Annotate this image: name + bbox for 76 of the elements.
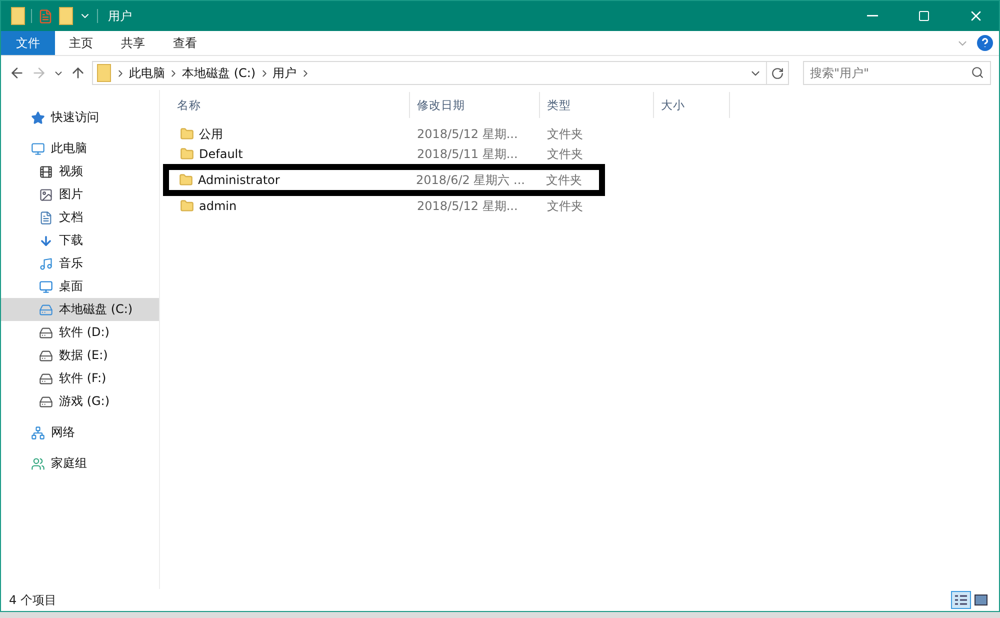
type-cell-text: 文件夹 xyxy=(545,172,583,188)
breadcrumb[interactable]: 用户 xyxy=(270,64,300,82)
ribbon-tab[interactable]: 主页 xyxy=(55,31,107,55)
network-icon xyxy=(31,426,45,440)
drive-icon xyxy=(39,326,53,340)
refresh-icon[interactable] xyxy=(771,66,784,80)
column-header[interactable]: 大小 xyxy=(654,92,730,118)
column-header[interactable]: 名称 xyxy=(170,92,410,118)
type-cell-text: 文件夹 xyxy=(546,126,584,142)
sidebar-item[interactable]: 下载 xyxy=(1,229,159,252)
down-arrow-icon xyxy=(39,234,53,248)
ribbon-tab[interactable]: 查看 xyxy=(159,31,211,55)
back-icon[interactable] xyxy=(9,65,25,81)
sidebar-item[interactable]: 文档 xyxy=(1,206,159,229)
file-name: 公用 xyxy=(199,126,223,142)
file-row[interactable]: admin 2018/5/12 星期... 文件夹 xyxy=(170,196,600,216)
minimize-icon xyxy=(866,15,878,17)
monitor-icon xyxy=(31,142,45,156)
sidebar-item[interactable]: 软件 (F:) xyxy=(1,367,159,390)
sidebar-item[interactable]: 数据 (E:) xyxy=(1,344,159,367)
document-icon xyxy=(39,210,53,224)
file-name: admin xyxy=(199,199,237,213)
folder-icon xyxy=(97,64,111,82)
date-cell-text: 2018/5/12 星期... xyxy=(416,198,519,214)
address-bar[interactable]: 此电脑 本地磁盘 (C:) 用户 xyxy=(92,61,789,85)
column-header[interactable]: 类型 xyxy=(540,92,654,118)
date-cell-text: 2018/6/2 星期六 ... xyxy=(415,172,526,188)
search-field[interactable]: 搜索"用户" xyxy=(803,61,991,85)
file-row[interactable]: Default 2018/5/11 星期... 文件夹 xyxy=(170,144,600,164)
thumbnail-icon xyxy=(974,594,988,606)
column-header[interactable]: 修改日期 xyxy=(410,92,540,118)
details-list-icon xyxy=(954,594,968,606)
file-row[interactable]: Administrator 2018/6/2 星期六 ... 文件夹 xyxy=(169,170,599,190)
drive-icon xyxy=(39,302,53,316)
sidebar-item[interactable]: 本地磁盘 (C:) xyxy=(1,298,159,321)
people-icon xyxy=(31,456,45,470)
file-name: Default xyxy=(199,147,243,161)
type-cell-text: 文件夹 xyxy=(546,198,584,214)
sidebar-item[interactable]: 图片 xyxy=(1,183,159,206)
film-icon xyxy=(39,164,53,178)
date-cell-text: 2018/5/11 星期... xyxy=(416,146,519,162)
type-cell-text: 文件夹 xyxy=(546,146,584,162)
star-icon xyxy=(31,110,45,124)
sidebar-item[interactable]: 音乐 xyxy=(1,252,159,275)
image-icon xyxy=(39,188,53,202)
file-name: Administrator xyxy=(198,173,280,187)
sidebar-item[interactable]: 快速访问 xyxy=(1,106,159,129)
drive-icon xyxy=(39,348,53,362)
details-view-button[interactable] xyxy=(951,591,971,609)
ribbon-tab[interactable]: 文件 xyxy=(1,31,55,55)
folder-icon xyxy=(180,127,194,141)
sidebar-item[interactable]: 此电脑 xyxy=(1,137,159,160)
sidebar-item[interactable]: 游戏 (G:) xyxy=(1,390,159,413)
help-icon[interactable] xyxy=(977,35,993,51)
file-row[interactable]: 公用 2018/5/12 星期... 文件夹 xyxy=(170,124,600,144)
sidebar-item[interactable]: 家庭组 xyxy=(1,452,159,475)
monitor-icon xyxy=(39,280,53,294)
folder-icon xyxy=(180,147,194,161)
search-icon xyxy=(971,66,984,79)
window-title: 用户 xyxy=(108,8,133,24)
maximize-icon xyxy=(918,10,930,22)
sidebar-item[interactable]: 桌面 xyxy=(1,275,159,298)
ribbon-tab[interactable]: 共享 xyxy=(107,31,159,55)
drive-icon xyxy=(39,394,53,408)
sidebar-item[interactable]: 软件 (D:) xyxy=(1,321,159,344)
sidebar-item[interactable]: 视频 xyxy=(1,160,159,183)
drive-icon xyxy=(39,372,53,386)
breadcrumb[interactable]: 此电脑 xyxy=(126,64,168,82)
up-icon[interactable] xyxy=(70,65,86,81)
music-note-icon xyxy=(39,256,53,270)
sidebar-item[interactable]: 网络 xyxy=(1,421,159,444)
folder-icon xyxy=(179,173,193,187)
breadcrumb[interactable]: 本地磁盘 (C:) xyxy=(179,64,259,82)
date-cell-text: 2018/5/12 星期... xyxy=(416,126,519,142)
item-count: 4 个项目 xyxy=(9,592,56,608)
folder-icon xyxy=(180,199,194,213)
